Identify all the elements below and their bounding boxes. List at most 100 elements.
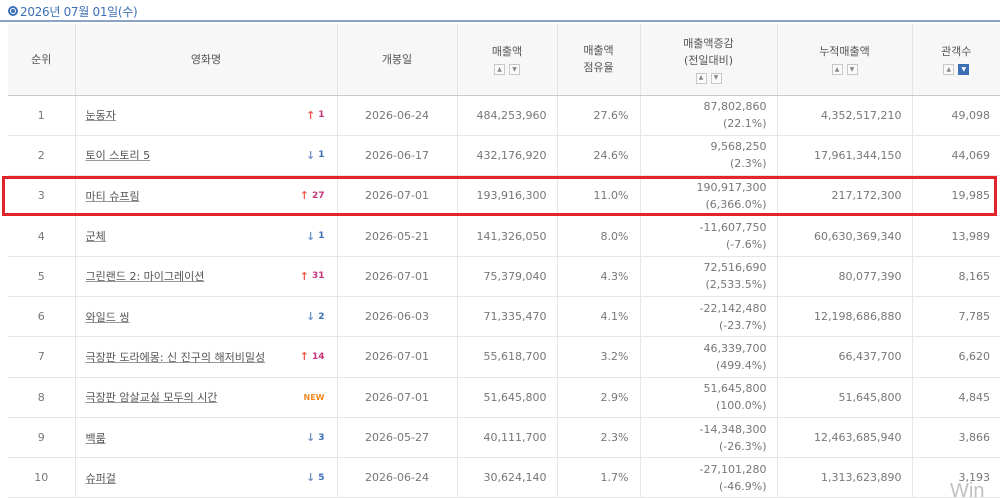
- change-percent: (-26.3%): [719, 439, 767, 453]
- arrow-down-icon: ↓: [306, 148, 316, 162]
- movie-title-link[interactable]: 극장판 도라에몽: 신 진구의 해저비밀성: [86, 349, 266, 365]
- sort-up-icon[interactable]: ▲: [695, 72, 707, 84]
- title-cell: 극장판 암살교실 모두의 시간 NEW: [75, 377, 338, 418]
- table-row: 9 백룸 ↓ 3 2026-05-27 40,111,700 2.3% -14,348,300…: [8, 417, 1000, 459]
- cumulative-cell: 66,437,700: [777, 336, 913, 378]
- share-cell: 4.1%: [557, 296, 641, 338]
- sales-cell: 484,253,960: [457, 95, 558, 136]
- rank-change: ↓ 2: [306, 310, 324, 323]
- cumulative-cell: 51,645,800: [777, 377, 913, 418]
- change-percent: (100.0%): [715, 399, 767, 413]
- rank-cell: 6: [8, 296, 76, 338]
- release-date-cell: 2026-06-03: [337, 296, 458, 338]
- release-date-cell: 2026-06-24: [337, 95, 458, 136]
- change-percent: (499.4%): [715, 358, 767, 372]
- sort-controls: ▲ ▼: [641, 72, 777, 84]
- movie-title-link[interactable]: 눈동자: [86, 107, 116, 123]
- sales-cell: 40,111,700: [457, 417, 558, 459]
- table-row: 2 토이 스토리 5 ↓ 1 2026-06-17 432,176,920 24.6% 9,5…: [8, 135, 1000, 177]
- sort-up-icon[interactable]: ▲: [943, 64, 955, 76]
- arrow-up-icon: ↑: [299, 269, 309, 283]
- change-percent: (-46.9%): [719, 479, 767, 493]
- release-date-cell: 2026-05-21: [337, 215, 458, 257]
- sales-cell: 432,176,920: [457, 135, 558, 177]
- release-date-cell: 2026-07-01: [337, 377, 458, 418]
- movie-title-link[interactable]: 와일드 씽: [86, 309, 130, 325]
- header-share: 매출액 점유율: [557, 24, 641, 96]
- rank-change-value: 3: [318, 432, 325, 443]
- change-cell: 9,568,250 (2.3%): [640, 135, 778, 177]
- change-cell: 87,802,860 (22.1%): [640, 95, 778, 136]
- cumulative-cell: 1,313,623,890: [777, 457, 913, 498]
- table-row: 7 극장판 도라에몽: 신 진구의 해저비밀성 ↑ 14 2026-07-01 55,61…: [8, 336, 1000, 378]
- release-date-cell: 2026-06-17: [337, 135, 458, 177]
- cumulative-cell: 17,961,344,150: [777, 135, 913, 177]
- title-cell: 마티 슈프림 ↑ 27: [75, 175, 338, 217]
- rank-change-value: 1: [318, 231, 325, 242]
- audience-cell: 3,866: [912, 417, 1000, 459]
- sort-controls: ▲ ▼: [778, 64, 912, 76]
- change-percent: (-23.7%): [719, 318, 767, 332]
- sort-down-icon[interactable]: ▼: [509, 64, 520, 76]
- rank-change-value: NEW: [303, 392, 325, 402]
- movie-title-link[interactable]: 슈퍼걸: [86, 470, 116, 486]
- change-amount: 87,802,860: [703, 100, 767, 114]
- movie-title-link[interactable]: 백룸: [86, 430, 106, 446]
- rank-cell: 3: [8, 175, 76, 217]
- sort-down-icon[interactable]: ▼: [846, 64, 858, 76]
- change-percent: (22.1%): [722, 117, 767, 131]
- title-cell: 그린랜드 2: 마이그레이션 ↑ 31: [75, 256, 338, 297]
- title-cell: 눈동자 ↑ 1: [75, 95, 338, 136]
- change-amount: 46,339,700: [703, 341, 767, 355]
- movie-title-link[interactable]: 마티 슈프림: [86, 188, 140, 204]
- arrow-down-icon: ↓: [306, 310, 316, 324]
- rank-cell: 7: [8, 336, 76, 378]
- rank-cell: 10: [8, 457, 76, 498]
- sort-down-icon[interactable]: ▼: [710, 72, 722, 84]
- rank-change: NEW: [304, 393, 325, 402]
- share-cell: 11.0%: [557, 175, 641, 217]
- release-date-cell: 2026-07-01: [337, 175, 458, 217]
- rank-cell: 1: [8, 95, 76, 136]
- rank-cell: 4: [8, 215, 76, 257]
- audience-cell: 4,845: [912, 377, 1000, 418]
- table-row: 10 슈퍼걸 ↓ 5 2026-06-24 30,624,140 1.7% -27,101,2…: [8, 457, 1000, 498]
- movie-title-link[interactable]: 군체: [86, 228, 106, 244]
- header-change: 매출액증감 (전일대비) ▲ ▼: [640, 24, 778, 96]
- sort-up-icon[interactable]: ▲: [831, 64, 843, 76]
- sales-cell: 141,326,050: [457, 215, 558, 257]
- share-cell: 27.6%: [557, 95, 641, 136]
- rank-cell: 2: [8, 135, 76, 177]
- sort-controls: ▲ ▼: [458, 64, 557, 76]
- table-row: 1 눈동자 ↑ 1 2026-06-24 484,253,960 27.6% 87,802,8…: [8, 95, 1000, 136]
- movie-title-link[interactable]: 토이 스토리 5: [86, 147, 151, 163]
- change-amount: 190,917,300: [696, 180, 767, 194]
- movie-title-link[interactable]: 극장판 암살교실 모두의 시간: [86, 389, 218, 405]
- change-cell: 72,516,690 (2,533.5%): [640, 256, 778, 297]
- arrow-down-icon: ↓: [306, 431, 316, 445]
- title-cell: 와일드 씽 ↓ 2: [75, 296, 338, 338]
- change-cell: 46,339,700 (499.4%): [640, 336, 778, 378]
- sales-cell: 71,335,470: [457, 296, 558, 338]
- sort-controls: ▲ ▼: [913, 64, 1000, 76]
- table-row: 8 극장판 암살교실 모두의 시간 NEW 2026-07-01 51,645,800 2…: [8, 377, 1000, 418]
- cumulative-cell: 12,198,686,880: [777, 296, 913, 338]
- change-percent: (2.3%): [729, 157, 767, 171]
- header-sales: 매출액 ▲ ▼: [457, 24, 558, 96]
- rank-change: ↑ 31: [300, 270, 325, 283]
- change-percent: (2,533.5%): [705, 278, 767, 292]
- change-cell: -22,142,480 (-23.7%): [640, 296, 778, 338]
- rank-change: ↓ 1: [306, 149, 324, 162]
- header-rank: 순위: [8, 24, 76, 96]
- rank-change-value: 31: [311, 271, 325, 282]
- sales-cell: 75,379,040: [457, 256, 558, 297]
- header-cumulative: 누적매출액 ▲ ▼: [777, 24, 913, 96]
- audience-cell: 8,165: [912, 256, 1000, 297]
- header-audience: 관객수 ▲ ▼: [912, 24, 1000, 96]
- movie-title-link[interactable]: 그린랜드 2: 마이그레이션: [86, 268, 205, 284]
- sort-down-icon[interactable]: ▼: [958, 64, 970, 76]
- rank-change: ↓ 1: [306, 230, 324, 243]
- sort-up-icon[interactable]: ▲: [494, 64, 505, 76]
- sales-cell: 55,618,700: [457, 336, 558, 378]
- share-cell: 3.2%: [557, 336, 641, 378]
